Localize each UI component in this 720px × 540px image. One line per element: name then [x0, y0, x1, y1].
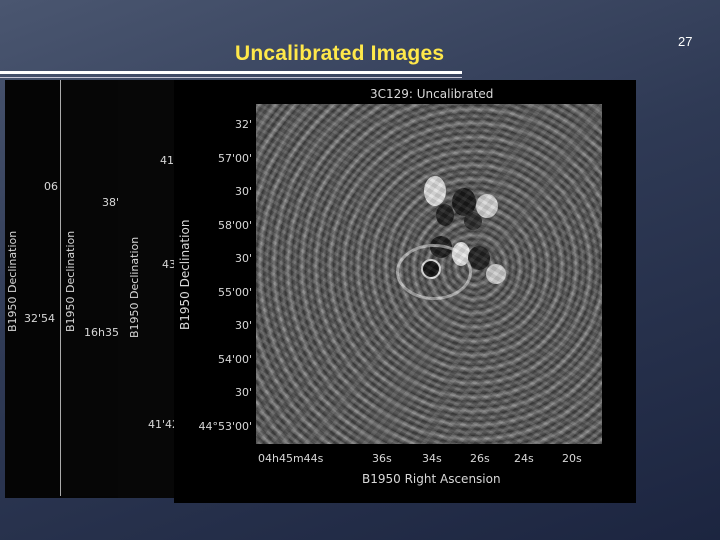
radio-core: [421, 259, 441, 279]
panel3-ylabel: B1950 Declination: [128, 236, 141, 338]
x-tick-label: 04h45m44s: [258, 452, 324, 465]
front-panel-xlabel: B1950 Right Ascension: [362, 472, 501, 486]
radio-source-blob: [486, 264, 506, 284]
radio-source-blob: [452, 188, 476, 216]
radio-core-ring: [396, 244, 472, 300]
radio-source-blob: [430, 236, 452, 258]
y-tick-label: 30': [234, 319, 252, 332]
y-tick-label: 54'00': [217, 352, 252, 366]
slide-title: Uncalibrated Images: [235, 42, 445, 65]
x-tick-label: 36s: [372, 452, 392, 465]
radio-source-blob: [468, 246, 490, 270]
panel1-tick-bottom: 32'54: [24, 312, 56, 325]
x-tick-label: 26s: [470, 452, 490, 465]
title-underline-thin: [0, 77, 462, 78]
x-tick-label: 20s: [562, 452, 582, 465]
y-tick-label: 58'00': [217, 218, 252, 232]
radio-source-blob: [452, 242, 470, 266]
panel2-tick-bottom: 16h35: [84, 326, 119, 339]
radio-source-blob: [464, 212, 482, 230]
slide-number: 27: [678, 34, 693, 49]
panel2-ylabel: B1950 Declination: [64, 230, 77, 332]
front-panel-title: 3C129: Uncalibrated: [370, 87, 494, 101]
y-tick-label: 30': [234, 252, 252, 265]
panel1-tick-top: 06: [44, 180, 58, 193]
y-tick-label: 57'00': [217, 151, 252, 165]
panel2-tick-top: 38': [102, 196, 120, 209]
radio-image-plot: [256, 104, 602, 444]
x-tick-label: 24s: [514, 452, 534, 465]
radio-source-blob: [476, 194, 498, 218]
panel1-ylabel: B1950 Declination: [6, 230, 19, 332]
radio-source-blob: [436, 204, 454, 226]
x-tick-label: 34s: [422, 452, 442, 465]
y-tick-label: 30': [234, 386, 252, 399]
front-panel-ylabel: B1950 Declination: [178, 219, 192, 330]
title-underline: [0, 71, 462, 74]
y-tick-label: 30': [234, 185, 252, 198]
y-tick-label: 44°53'00': [198, 419, 252, 433]
radio-source-blob: [424, 176, 446, 206]
y-tick-label: 55'00': [217, 285, 252, 299]
y-tick-label: 32': [234, 118, 252, 131]
